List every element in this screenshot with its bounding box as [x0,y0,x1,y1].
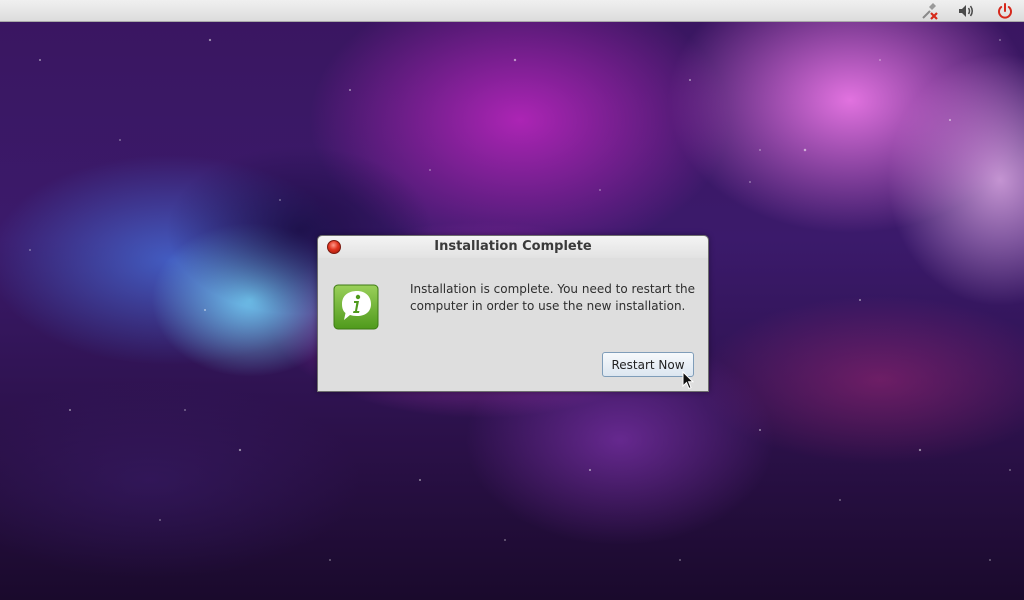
network-disconnected-icon[interactable] [919,1,939,21]
installation-complete-dialog: Installation Complete Installation is co… [317,235,709,392]
dialog-title: Installation Complete [434,239,592,254]
dialog-titlebar[interactable]: Installation Complete [318,236,708,258]
volume-icon[interactable] [956,1,976,21]
dialog-message: Installation is complete. You need to re… [410,282,696,313]
info-icon [333,284,379,330]
restart-now-button[interactable]: Restart Now [602,352,694,377]
power-icon[interactable] [995,1,1015,21]
top-panel [0,0,1024,22]
mouse-cursor-icon [682,371,694,390]
